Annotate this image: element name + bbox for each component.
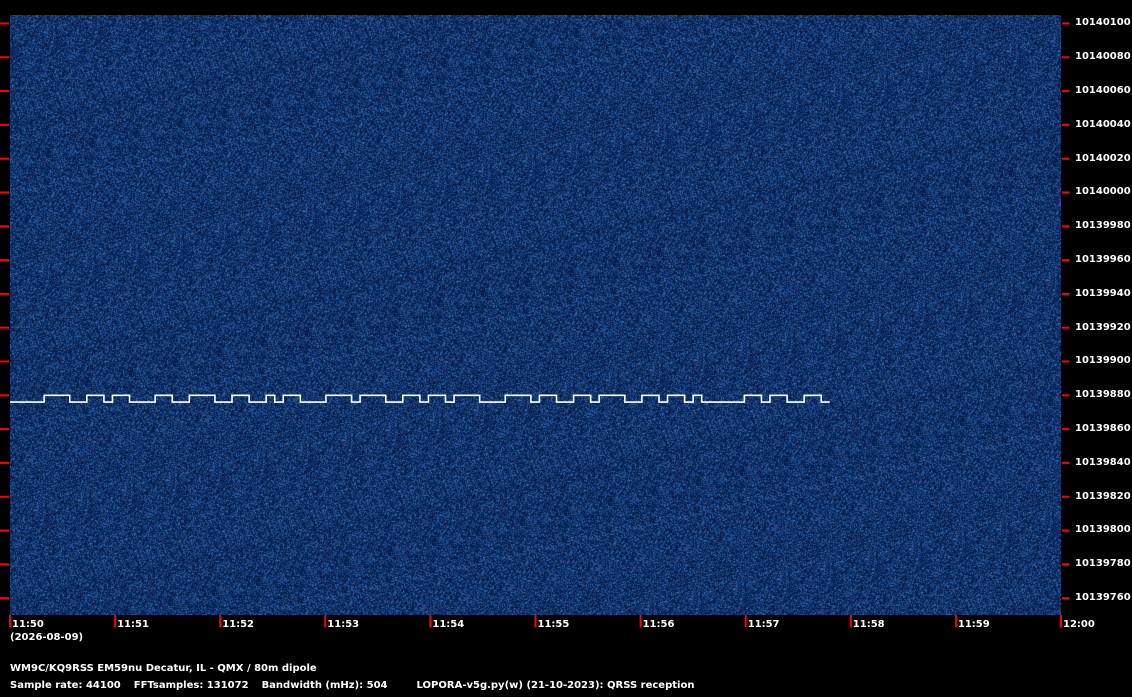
y-tick-label: 10139760: [1075, 592, 1131, 604]
y-tick-label: 10139780: [1075, 558, 1131, 570]
x-tick-label: 11:56: [642, 619, 675, 630]
y-tick-label: 10140060: [1075, 85, 1131, 97]
x-tick-label: 12:00: [1063, 619, 1095, 630]
x-tick-label: 11:55: [537, 619, 570, 630]
x-tick-label: 11:54: [432, 619, 465, 630]
y-tick-label: 10139820: [1075, 490, 1131, 502]
software-version: LOPORA-v5g.py(w) (21-10-2023): QRSS rece…: [416, 680, 695, 691]
y-tick-label: 10139920: [1075, 321, 1131, 333]
axes-layer: [0, 22, 1069, 627]
y-tick-label: 10139860: [1075, 423, 1131, 435]
y-tick-label: 10140040: [1075, 118, 1131, 130]
station-info: WM9C/KQ9RSS EM59nu Decatur, IL - QMX / 8…: [10, 663, 317, 674]
y-tick-label: 10140080: [1075, 51, 1131, 63]
y-tick-label: 10139900: [1075, 355, 1131, 367]
sample-rate: Sample rate: 44100: [10, 680, 121, 691]
reception-params: Sample rate: 44100 FFTsamples: 131072 Band…: [10, 680, 694, 692]
x-tick-label: 11:52: [222, 619, 255, 630]
fft-samples: FFTsamples: 131072: [133, 680, 249, 691]
y-tick-label: 10139960: [1075, 254, 1131, 266]
date-label: (2026-08-09): [10, 632, 84, 643]
x-tick-label: 11:51: [117, 619, 149, 630]
x-tick-label: 11:53: [327, 619, 360, 630]
y-tick-label: 10139800: [1075, 524, 1131, 536]
y-tick-label: 10139840: [1075, 456, 1131, 468]
y-tick-label: 10139980: [1075, 220, 1131, 232]
x-tick-label: 11:59: [957, 619, 990, 630]
y-tick-label: 10140000: [1075, 186, 1131, 198]
x-tick-label: 11:58: [852, 619, 885, 630]
x-tick-label: 11:57: [747, 619, 780, 630]
y-tick-label: 10140020: [1075, 152, 1131, 164]
bandwidth: Bandwidth (mHz): 504: [261, 680, 388, 691]
signal-trace: [10, 394, 830, 403]
x-tick-label: 11:50: [12, 619, 44, 630]
y-tick-label: 10139940: [1075, 287, 1131, 299]
y-tick-label: 10139880: [1075, 389, 1131, 401]
y-tick-label: 10140100: [1075, 17, 1131, 29]
